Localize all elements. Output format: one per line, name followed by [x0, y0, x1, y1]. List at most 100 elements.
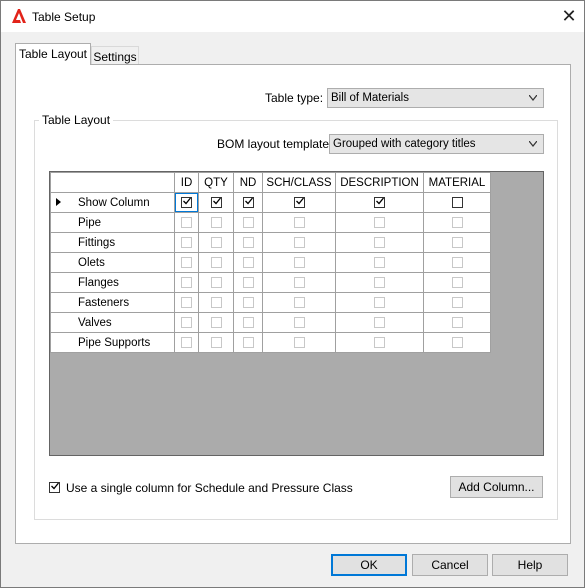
column-checkbox: [293, 296, 305, 308]
column-checkbox: [374, 236, 385, 248]
grid-cell: [423, 212, 491, 233]
checkmark-icon: [212, 197, 221, 205]
grid-cell: [174, 332, 199, 353]
grid-cell: [423, 252, 491, 273]
add-column-button[interactable]: Add Column...: [450, 476, 543, 498]
grid-cell: [335, 332, 424, 353]
grid-cell: [198, 212, 234, 233]
grid-cell: [233, 192, 263, 213]
cancel-button[interactable]: Cancel: [412, 554, 488, 576]
column-header[interactable]: SCH/CLASS: [262, 172, 336, 193]
grid-table: ID QTY ND SCH/CLASS DESCRIPTION MATERIAL…: [50, 172, 491, 353]
row-label: Olets: [50, 252, 175, 273]
grid-cell: [262, 232, 336, 253]
tab-settings[interactable]: Settings: [91, 46, 139, 66]
row-label: Pipe Supports: [50, 332, 175, 353]
row-label: Pipe: [50, 212, 175, 233]
grid-cell: [262, 292, 336, 313]
column-checkbox: [242, 236, 254, 248]
checkmark-icon: [183, 197, 191, 205]
column-checkbox: [210, 276, 222, 288]
bom-template-select[interactable]: Grouped with category titles: [329, 134, 544, 154]
column-checkbox: [210, 236, 222, 248]
column-checkbox: [293, 216, 305, 228]
column-header[interactable]: ND: [233, 172, 263, 193]
column-checkbox: [451, 316, 463, 328]
column-checkbox: [374, 216, 385, 228]
bom-template-label: BOM layout template:: [217, 137, 333, 151]
grid-cell: [335, 232, 424, 253]
single-column-checkbox[interactable]: [49, 482, 60, 493]
column-checkbox: [210, 256, 222, 268]
grid-cell: [262, 312, 336, 333]
column-checkbox: [293, 256, 305, 268]
column-grid[interactable]: ID QTY ND SCH/CLASS DESCRIPTION MATERIAL…: [49, 171, 544, 456]
grid-cell: [198, 192, 234, 213]
grid-cell: [335, 212, 424, 233]
column-checkbox[interactable]: [374, 196, 385, 208]
column-checkbox: [181, 256, 192, 268]
title-bar[interactable]: Table Setup ✕: [1, 1, 584, 32]
grid-cell: [174, 212, 199, 233]
grid-cell: [198, 252, 234, 273]
row-name: Valves: [78, 316, 112, 329]
column-header[interactable]: DESCRIPTION: [335, 172, 424, 193]
grid-cell: [335, 292, 424, 313]
row-name: Flanges: [78, 276, 119, 289]
grid-cell: [174, 192, 199, 213]
grid-cell: [174, 292, 199, 313]
column-header[interactable]: ID: [174, 172, 199, 193]
column-checkbox: [242, 216, 254, 228]
grid-cell: [198, 312, 234, 333]
grid-cell: [423, 232, 491, 253]
row-label: Valves: [50, 312, 175, 333]
table-setup-dialog: Table Setup ✕ Table Layout Settings Tabl…: [0, 0, 585, 588]
column-checkbox: [242, 296, 254, 308]
column-checkbox: [242, 336, 254, 348]
column-checkbox: [242, 256, 254, 268]
grid-cell: [174, 252, 199, 273]
grid-cell: [423, 272, 491, 293]
column-checkbox: [293, 336, 305, 348]
close-icon[interactable]: ✕: [554, 1, 584, 32]
checkmark-icon: [51, 482, 59, 490]
column-checkbox[interactable]: [181, 196, 192, 208]
column-header[interactable]: QTY: [198, 172, 234, 193]
column-checkbox[interactable]: [451, 196, 463, 208]
column-checkbox: [181, 296, 192, 308]
tab-table-layout[interactable]: Table Layout: [15, 43, 91, 65]
grid-cell: [233, 252, 263, 273]
row-name: Pipe: [78, 216, 102, 229]
grid-cell: [262, 252, 336, 273]
column-checkbox: [210, 316, 222, 328]
checkmark-icon: [244, 197, 253, 205]
column-checkbox[interactable]: [242, 196, 254, 208]
row-label: Flanges: [50, 272, 175, 293]
grid-cell: [423, 312, 491, 333]
column-checkbox: [181, 316, 192, 328]
checkmark-icon: [295, 197, 304, 205]
grid-cell: [423, 332, 491, 353]
column-checkbox[interactable]: [210, 196, 222, 208]
column-checkbox: [210, 296, 222, 308]
ok-button[interactable]: OK: [331, 554, 407, 576]
column-checkbox: [293, 276, 305, 288]
column-header[interactable]: MATERIAL: [423, 172, 491, 193]
row-name: Olets: [78, 256, 105, 269]
help-button[interactable]: Help: [492, 554, 568, 576]
grid-cell: [233, 232, 263, 253]
row-label: Fasteners: [50, 292, 175, 313]
grid-cell: [233, 212, 263, 233]
table-type-select[interactable]: Bill of Materials: [327, 88, 544, 108]
table-row: Valves: [50, 312, 491, 333]
column-checkbox: [293, 316, 305, 328]
window-title: Table Setup: [32, 10, 96, 24]
column-checkbox: [374, 336, 385, 348]
grid-cell: [262, 192, 336, 213]
column-checkbox[interactable]: [293, 196, 305, 208]
column-checkbox: [451, 236, 463, 248]
table-type-label: Table type:: [265, 91, 324, 105]
table-row: Show Column: [50, 192, 491, 213]
column-checkbox: [181, 276, 192, 288]
column-checkbox: [210, 336, 222, 348]
